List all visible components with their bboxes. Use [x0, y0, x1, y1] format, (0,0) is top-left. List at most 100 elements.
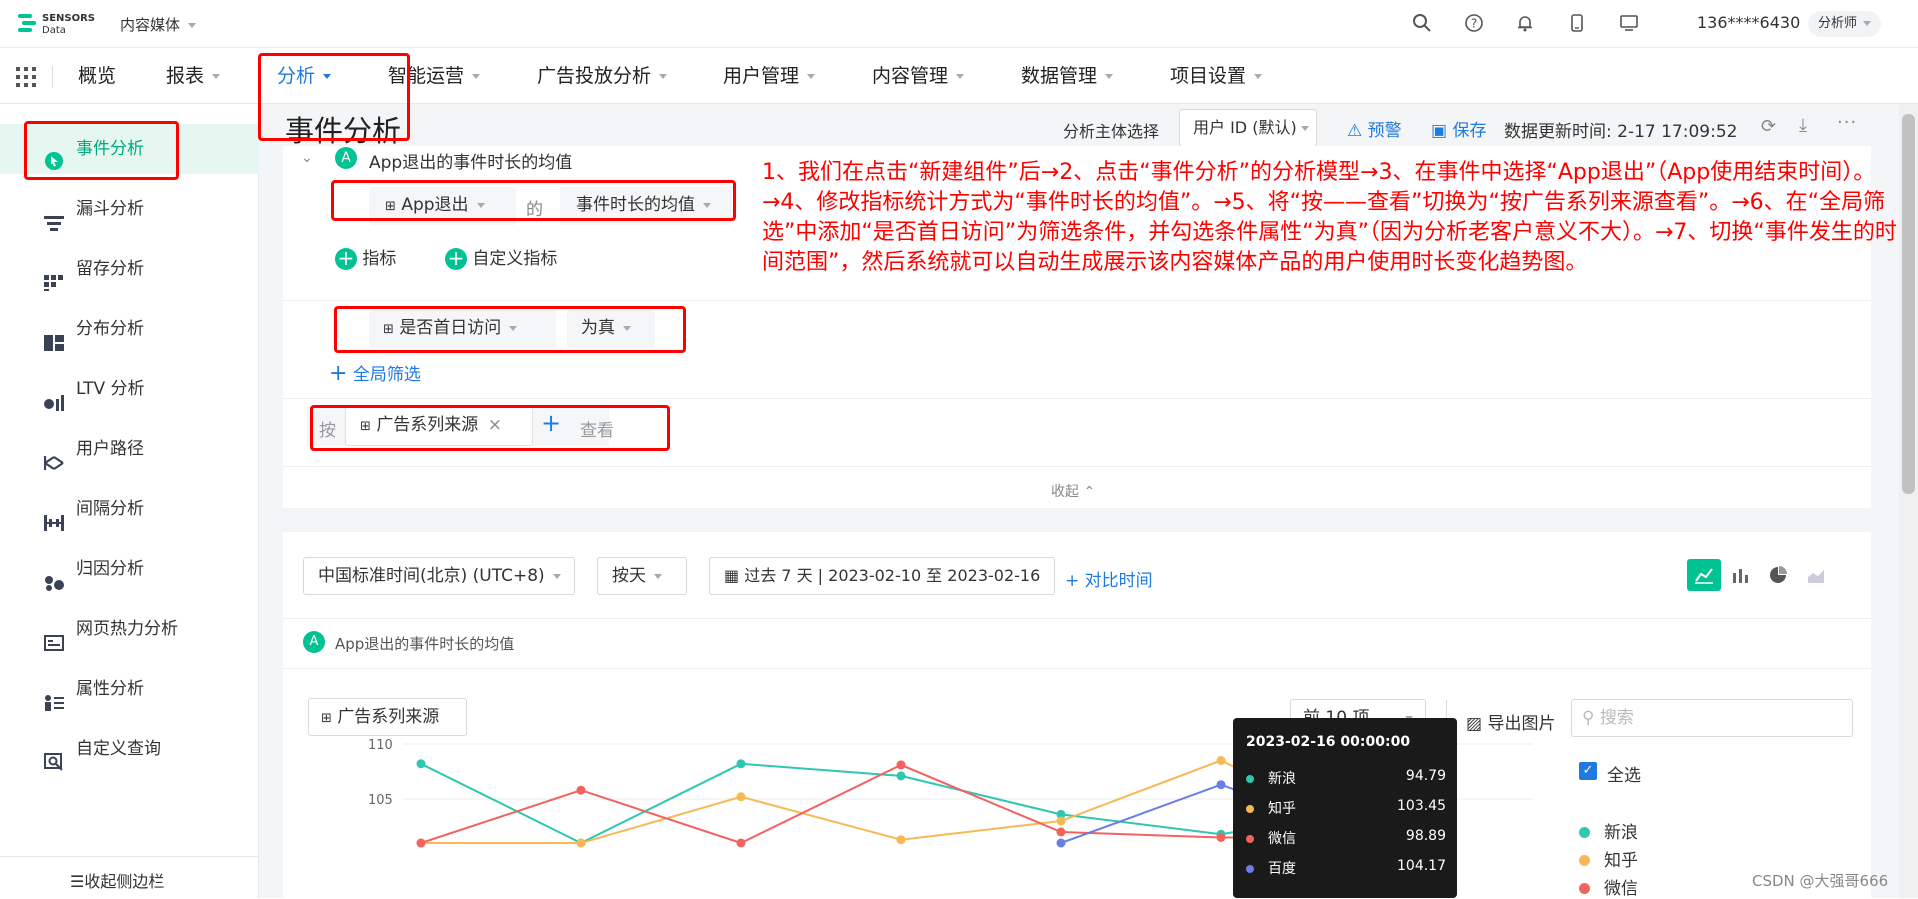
- tooltip-value: 94.79: [1405, 768, 1446, 784]
- data-point[interactable]: [1216, 833, 1226, 842]
- data-point[interactable]: [1216, 756, 1226, 765]
- search-input[interactable]: ⚲ 搜索: [1571, 699, 1853, 737]
- plus-icon: +: [329, 361, 348, 386]
- project-selector[interactable]: 内容媒体: [120, 14, 197, 35]
- data-point[interactable]: [1056, 827, 1066, 837]
- data-point[interactable]: [416, 838, 426, 848]
- pie-chart-toggle[interactable]: [1768, 565, 1788, 585]
- granularity-select[interactable]: 按天: [597, 557, 687, 595]
- compare-time-button[interactable]: + 对比时间: [1065, 566, 1153, 591]
- add-custom-metric-button[interactable]: + 自定义指标: [445, 244, 557, 270]
- sidebar-item-retention[interactable]: 留存分析: [0, 244, 259, 294]
- bar-chart-toggle[interactable]: [1731, 565, 1751, 585]
- main-area: 分析主体选择 用户 ID (默认) ⚠ 预警 ▣ 保存 数据更新时间: 2-17…: [259, 104, 1899, 899]
- legend-item[interactable]: 新浪: [1579, 818, 1638, 843]
- nav-user-mgmt[interactable]: 用户管理: [723, 48, 816, 104]
- data-point[interactable]: [896, 771, 906, 781]
- nav-reports[interactable]: 报表: [166, 48, 221, 104]
- data-point[interactable]: [736, 759, 746, 769]
- bell-icon[interactable]: [1515, 13, 1535, 33]
- line-chart-toggle[interactable]: [1687, 559, 1721, 591]
- help-icon[interactable]: ?: [1464, 13, 1484, 33]
- page-scrollbar[interactable]: [1899, 104, 1918, 898]
- data-point[interactable]: [736, 838, 746, 848]
- data-point[interactable]: [416, 759, 426, 769]
- chevron-down-icon: [659, 74, 668, 79]
- sidebar: 事件分析 漏斗分析 留存分析 分布分析 LTV 分析 用户路径 间隔分析 归因分…: [0, 104, 259, 898]
- date-range-picker[interactable]: ▦ 过去 7 天 | 2023-02-10 至 2023-02-16: [709, 557, 1055, 595]
- select-all-checkbox[interactable]: ✓: [1579, 762, 1597, 780]
- sidebar-item-heatmap[interactable]: 网页热力分析: [0, 604, 259, 654]
- data-point[interactable]: [896, 760, 906, 770]
- scrollbar-thumb[interactable]: [1902, 114, 1915, 494]
- data-point[interactable]: [576, 838, 586, 848]
- tooltip-dot: [1246, 835, 1254, 843]
- download-icon[interactable]: ⤓: [1799, 115, 1807, 136]
- svg-text:?: ?: [1471, 17, 1477, 31]
- query-icon: [44, 741, 64, 771]
- sidebar-item-ltv[interactable]: LTV 分析: [0, 364, 259, 414]
- sidebar-item-funnel[interactable]: 漏斗分析: [0, 184, 259, 234]
- nav-project-settings[interactable]: 项目设置: [1170, 48, 1263, 104]
- granularity-value: 按天: [612, 566, 646, 586]
- collapse-query-button[interactable]: 收起 ⌃: [1051, 481, 1095, 501]
- sidebar-item-distribution[interactable]: 分布分析: [0, 304, 259, 354]
- data-point[interactable]: [1216, 780, 1226, 790]
- monitor-icon[interactable]: [1619, 13, 1639, 33]
- nav-overview[interactable]: 概览: [78, 48, 116, 104]
- tooltip-name: 新浪: [1268, 771, 1296, 787]
- export-image-button[interactable]: ▨ 导出图片: [1466, 709, 1555, 734]
- ltv-icon: [44, 381, 64, 411]
- refresh-icon[interactable]: ⟳: [1761, 116, 1776, 137]
- collapse-sidebar-button[interactable]: ☰收起侧边栏: [70, 868, 164, 892]
- legend-dot: [1579, 883, 1590, 894]
- mobile-icon[interactable]: [1567, 13, 1587, 33]
- calendar-icon: ▦: [724, 566, 740, 585]
- alert-button[interactable]: ⚠ 预警: [1347, 116, 1402, 141]
- subject-select[interactable]: 用户 ID (默认): [1179, 109, 1317, 147]
- sidebar-item-attribute[interactable]: 属性分析: [0, 664, 259, 714]
- legend-dot: [1579, 855, 1590, 866]
- divider: [283, 466, 1871, 467]
- chevron-down-icon: [1254, 74, 1263, 79]
- tooltip-row: 百度 104.17: [1246, 858, 1446, 878]
- brand-logo-icon[interactable]: [18, 12, 40, 34]
- nav-content-mgmt[interactable]: 内容管理: [872, 48, 965, 104]
- sidebar-item-interval[interactable]: 间隔分析: [0, 484, 259, 534]
- sidebar-item-user-path[interactable]: 用户路径: [0, 424, 259, 474]
- collapse-query-label: 收起: [1051, 484, 1079, 500]
- data-point[interactable]: [576, 785, 586, 795]
- nav-divider: [52, 66, 53, 88]
- sidebar-item-custom-query[interactable]: 自定义查询: [0, 724, 259, 774]
- sidebar-item-attribution[interactable]: 归因分析: [0, 544, 259, 594]
- legend-item[interactable]: 微信: [1579, 874, 1638, 899]
- more-icon[interactable]: ···: [1837, 112, 1857, 133]
- add-metric-button[interactable]: + 指标: [335, 244, 396, 270]
- save-button[interactable]: ▣ 保存: [1431, 116, 1486, 141]
- chevron-down-icon[interactable]: ⌄: [301, 150, 313, 166]
- sidebar-item-label: 归因分析: [76, 559, 144, 579]
- search-icon[interactable]: [1412, 13, 1432, 33]
- nav-ad-analysis[interactable]: 广告投放分析: [537, 48, 668, 104]
- group-chip[interactable]: ⊞ 广告系列来源: [308, 698, 467, 736]
- nav-label: 概览: [78, 65, 117, 87]
- timezone-select[interactable]: 中国标准时间(北京) (UTC+8): [303, 557, 575, 595]
- nav-label: 广告投放分析: [537, 65, 652, 87]
- global-filter-button[interactable]: + 全局筛选: [329, 360, 421, 386]
- data-point[interactable]: [736, 792, 746, 802]
- area-chart-toggle[interactable]: [1806, 565, 1826, 585]
- sidebar-item-label: 网页热力分析: [76, 619, 178, 639]
- alarm-icon: ⚠: [1347, 121, 1363, 141]
- legend-item[interactable]: 知乎: [1579, 846, 1638, 871]
- data-point[interactable]: [1056, 838, 1066, 848]
- data-point[interactable]: [1056, 816, 1066, 826]
- user-account[interactable]: 136****6430: [1697, 13, 1800, 32]
- sidebar-item-label: 分布分析: [76, 319, 144, 339]
- tooltip-row: 知乎 103.45: [1246, 798, 1446, 818]
- data-point[interactable]: [896, 835, 906, 845]
- distribution-icon: [44, 321, 64, 351]
- apps-grid-icon[interactable]: [16, 67, 36, 87]
- chevron-down-icon: [212, 74, 221, 79]
- nav-data-mgmt[interactable]: 数据管理: [1021, 48, 1114, 104]
- role-badge[interactable]: 分析师: [1808, 11, 1882, 37]
